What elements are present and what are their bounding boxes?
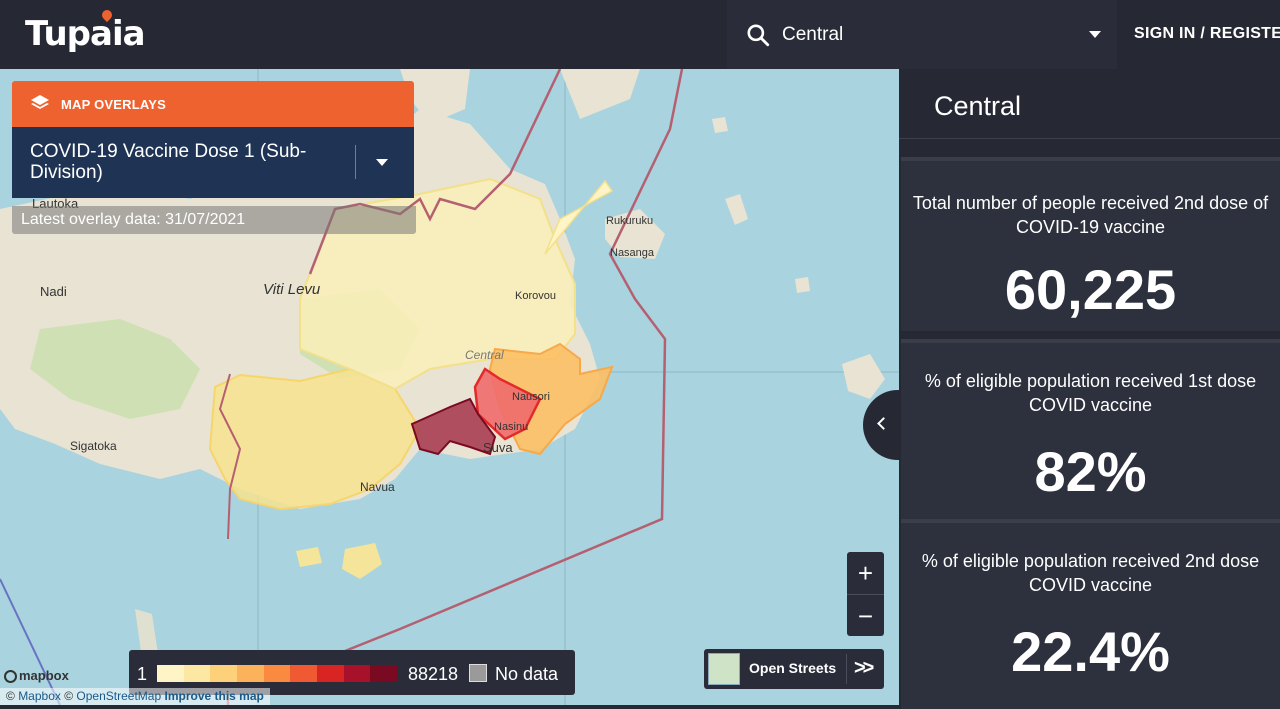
improve-map-link[interactable]: Improve this map bbox=[164, 689, 263, 703]
label-nasanga: Nasanga bbox=[610, 247, 655, 259]
zoom-out-button[interactable]: − bbox=[847, 594, 884, 637]
stat-card: % of eligible population received 1st do… bbox=[901, 339, 1280, 521]
label-viti-levu: Viti Levu bbox=[263, 281, 321, 298]
label-nadi: Nadi bbox=[40, 284, 67, 299]
label-navua: Navua bbox=[360, 480, 395, 494]
overlay-date: Latest overlay data: 31/07/2021 bbox=[12, 206, 416, 234]
no-data-swatch bbox=[469, 664, 487, 682]
map-overlays-label: MAP OVERLAYS bbox=[61, 97, 166, 112]
tupaia-logo[interactable]: Tupaia bbox=[25, 14, 146, 54]
label-nasinu: Nasinu bbox=[494, 421, 528, 433]
legend-color-step bbox=[370, 665, 398, 682]
label-central: Central bbox=[465, 348, 504, 362]
legend-color-step bbox=[183, 665, 211, 682]
stat-title: % of eligible population received 1st do… bbox=[924, 371, 1257, 415]
stat-value: 82% bbox=[1034, 440, 1147, 503]
layers-icon bbox=[31, 95, 49, 109]
label-nausori: Nausori bbox=[512, 391, 550, 403]
legend-color-step bbox=[290, 665, 318, 682]
search-value[interactable]: Central bbox=[782, 24, 843, 46]
legend-color-step bbox=[210, 665, 238, 682]
label-korovou: Korovou bbox=[515, 290, 556, 302]
divider bbox=[899, 138, 1280, 139]
stat-card: % of eligible population received 2nd do… bbox=[901, 519, 1280, 709]
search-bar[interactable]: Central bbox=[727, 0, 1117, 69]
zoom-in-button[interactable]: + bbox=[847, 552, 884, 594]
stat-value: 22.4% bbox=[1011, 620, 1170, 683]
copyright-symbol: © bbox=[64, 689, 74, 703]
legend-min: 1 bbox=[137, 664, 148, 684]
legend-color-step bbox=[263, 665, 291, 682]
basemap-label: Open Streets bbox=[749, 660, 837, 676]
stat-title: Total number of people received 2nd dose… bbox=[912, 193, 1269, 237]
search-icon bbox=[747, 24, 770, 47]
zoom-controls: + − bbox=[847, 552, 884, 636]
top-bar: Tupaia Central SIGN IN / REGISTER bbox=[0, 0, 1280, 70]
mapbox-link[interactable]: Mapbox bbox=[18, 689, 61, 703]
legend-color-scale bbox=[157, 665, 398, 682]
mapbox-icon bbox=[4, 670, 17, 683]
double-chevron-right-icon[interactable]: >> bbox=[854, 657, 874, 680]
stat-value: 60,225 bbox=[1004, 258, 1177, 321]
basemap-thumbnail bbox=[708, 653, 740, 685]
mapbox-logo-text: mapbox bbox=[19, 668, 69, 683]
panel-title: Central bbox=[934, 91, 1022, 121]
osm-link[interactable]: OpenStreetMap bbox=[76, 689, 161, 703]
basemap-selector[interactable]: Open Streets >> bbox=[704, 649, 884, 689]
copyright-symbol: © bbox=[6, 689, 15, 703]
stat-card: Total number of people received 2nd dose… bbox=[901, 157, 1280, 331]
legend-color-step bbox=[317, 665, 344, 682]
stat-title: % of eligible population received 2nd do… bbox=[921, 551, 1260, 595]
label-sigatoka: Sigatoka bbox=[70, 439, 117, 453]
legend-color-step bbox=[343, 665, 371, 682]
divider bbox=[846, 654, 847, 684]
legend-color-step bbox=[237, 665, 264, 682]
no-data-label: No data bbox=[495, 664, 559, 684]
selected-overlay[interactable]: COVID-19 Vaccine Dose 1 (Sub-Division) bbox=[30, 141, 330, 183]
mapbox-logo[interactable]: mapbox bbox=[4, 668, 69, 683]
signin-container: SIGN IN / REGISTER bbox=[1128, 0, 1280, 69]
chevron-down-icon[interactable] bbox=[1089, 31, 1101, 38]
legend-color-step bbox=[157, 665, 184, 682]
chevron-down-icon[interactable] bbox=[376, 159, 388, 166]
map-attribution: © Mapbox © OpenStreetMap Improve this ma… bbox=[0, 688, 270, 705]
map-overlays-header[interactable]: MAP OVERLAYS bbox=[12, 81, 414, 127]
map-overlay-panel: MAP OVERLAYS COVID-19 Vaccine Dose 1 (Su… bbox=[12, 81, 414, 198]
legend-max: 88218 bbox=[408, 664, 459, 684]
label-suva: Suva bbox=[483, 440, 513, 455]
divider bbox=[355, 145, 356, 179]
info-panel: Central Total number of people received … bbox=[899, 69, 1280, 709]
label-rukuruku: Rukuruku bbox=[606, 215, 653, 227]
chevron-left-icon bbox=[877, 417, 890, 430]
overlay-select[interactable]: COVID-19 Vaccine Dose 1 (Sub-Division) bbox=[12, 127, 414, 198]
sign-in-button[interactable]: SIGN IN / REGISTER bbox=[1134, 25, 1280, 43]
